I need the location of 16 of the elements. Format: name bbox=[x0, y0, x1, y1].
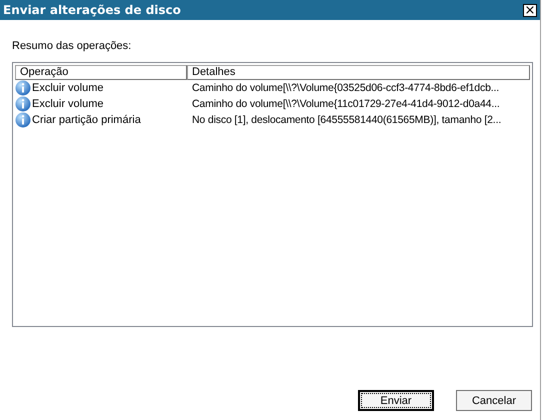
submit-button[interactable]: Enviar bbox=[358, 390, 434, 411]
table-cell: Criar partição primária bbox=[32, 114, 141, 126]
info-icon bbox=[15, 80, 31, 96]
table-cell-text: Caminho do volume[\\?\Volume{03525d06-ccf3-4774-8bd6-ef1dcb... bbox=[191, 82, 500, 94]
info-icon bbox=[15, 112, 31, 128]
cancel-button[interactable]: Cancelar bbox=[456, 390, 532, 411]
column-header[interactable]: Detalhes bbox=[187, 65, 530, 80]
info-icon bbox=[15, 96, 31, 112]
summary-label: Resumo das operações: bbox=[12, 40, 132, 52]
table-cell: Excluir volume bbox=[32, 98, 104, 110]
table-cell: Excluir volume bbox=[32, 82, 104, 94]
window-title: Enviar alterações de disco bbox=[3, 3, 182, 17]
table-cell-text: Caminho do volume[\\?\Volume{11c01729-27e4-41d4-9012-d0a44... bbox=[191, 98, 501, 110]
close-button[interactable]: × bbox=[523, 4, 537, 16]
table-cell-text: No disco [1], deslocamento [64555581440(61565MB)], tamanho [2... bbox=[191, 114, 502, 126]
column-header[interactable]: Operação bbox=[15, 65, 187, 80]
